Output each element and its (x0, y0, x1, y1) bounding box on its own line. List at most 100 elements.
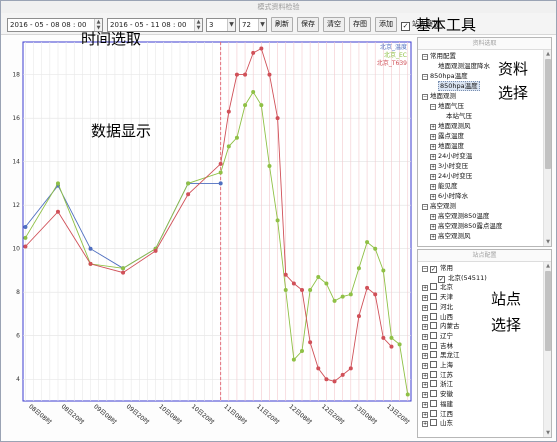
station-item[interactable]: + 辽宁 (422, 331, 453, 341)
data-item[interactable]: +3小时变压 (430, 162, 468, 171)
data-item[interactable]: 本站气压 (438, 112, 472, 121)
data-item[interactable]: +6小时降水 (430, 192, 468, 201)
data-point[interactable] (373, 292, 378, 297)
station-item[interactable]: ✓ 北京(54511) (430, 274, 487, 283)
data-point[interactable] (405, 392, 410, 397)
data-item[interactable]: + 高空观测风 (430, 232, 471, 241)
station-item[interactable]: + 江苏 (422, 370, 453, 380)
station-item[interactable]: + 吉林 (422, 341, 453, 351)
station-item[interactable]: + 福建 (422, 399, 453, 409)
data-point[interactable] (23, 244, 28, 249)
expand-icon[interactable]: + (422, 304, 428, 311)
station-item[interactable]: + 山东 (422, 419, 453, 428)
scroll-thumb[interactable] (545, 59, 551, 169)
data-point[interactable] (308, 340, 313, 345)
data-point[interactable] (259, 103, 264, 108)
station-item[interactable]: − ✓ 常用 (422, 264, 453, 273)
data-point[interactable] (316, 274, 321, 279)
data-point[interactable] (340, 372, 345, 377)
data-point[interactable] (243, 72, 248, 77)
data-point[interactable] (365, 285, 370, 290)
station-item[interactable]: + 黑龙江 (422, 351, 460, 360)
data-point[interactable] (283, 272, 288, 277)
data-point[interactable] (243, 103, 248, 108)
chevron-down-icon[interactable]: ▼ (227, 19, 235, 31)
data-point[interactable] (275, 116, 280, 121)
data-item[interactable]: +24小时变温 (430, 152, 472, 161)
expand-icon[interactable]: + (430, 174, 436, 180)
data-point[interactable] (88, 261, 93, 266)
expand-icon[interactable]: + (422, 401, 428, 408)
expand-icon[interactable]: + (422, 382, 428, 389)
data-item[interactable]: + 高空观测850露点温度 (430, 222, 502, 231)
data-point[interactable] (300, 288, 305, 293)
station-checkbox[interactable] (430, 341, 437, 349)
data-point[interactable] (121, 266, 126, 271)
data-point[interactable] (373, 246, 378, 251)
station-checkbox[interactable] (430, 293, 437, 301)
data-point[interactable] (55, 181, 60, 186)
data-point[interactable] (234, 72, 239, 77)
data-item[interactable]: + 高空观测850温度 (430, 212, 489, 221)
collapse-icon[interactable]: − (422, 54, 428, 60)
scroll-up-icon[interactable]: ▲ (544, 262, 551, 270)
data-item[interactable]: − 地面气压 (430, 102, 464, 111)
data-point[interactable] (365, 240, 370, 245)
data-point[interactable] (251, 90, 256, 95)
data-tree-scrollbar[interactable]: ▲ ▼ (543, 50, 551, 246)
data-point[interactable] (88, 246, 93, 251)
data-point[interactable] (218, 181, 223, 186)
station-item[interactable]: + 内蒙古 (422, 322, 460, 331)
expand-icon[interactable]: + (422, 353, 428, 360)
range-select[interactable]: 72 ▼ (239, 18, 267, 32)
data-point[interactable] (356, 314, 361, 319)
station-item[interactable]: + 北京 (422, 283, 453, 292)
scroll-down-icon[interactable]: ▼ (544, 238, 551, 246)
station-checkbox[interactable] (430, 331, 437, 339)
station-item[interactable]: + 浙江 (422, 380, 453, 389)
data-item[interactable]: 地面观测温度降水 (430, 62, 490, 71)
clear-button[interactable]: 清空 (323, 17, 345, 32)
collapse-icon[interactable]: − (430, 104, 436, 110)
data-point[interactable] (55, 209, 60, 214)
station-item[interactable]: + 安徽 (422, 390, 453, 399)
station-checkbox[interactable] (430, 361, 437, 368)
data-item[interactable]: + 露点温度 (430, 132, 464, 141)
expand-icon[interactable]: + (430, 124, 436, 130)
data-point[interactable] (23, 235, 28, 240)
data-point[interactable] (332, 379, 337, 384)
data-point[interactable] (153, 248, 158, 253)
station-tree-scrollbar[interactable]: ▲ ▼ (543, 262, 551, 437)
station-checkbox[interactable] (430, 380, 437, 388)
data-item[interactable]: 850hpa温度 (430, 81, 480, 91)
scroll-down-icon[interactable]: ▼ (544, 429, 551, 437)
station-checkbox[interactable]: ✓ (438, 275, 445, 283)
collapse-icon[interactable]: − (422, 74, 428, 80)
refresh-button[interactable]: 刷新 (271, 17, 293, 32)
data-point[interactable] (332, 298, 337, 303)
station-checkbox[interactable] (430, 409, 437, 417)
data-point[interactable] (316, 366, 321, 371)
data-point[interactable] (267, 164, 272, 169)
scroll-thumb[interactable] (545, 271, 551, 351)
expand-icon[interactable]: + (422, 314, 428, 321)
station-checkbox[interactable] (430, 419, 437, 427)
station-item[interactable]: + 河北 (422, 302, 453, 312)
checkmark-icon[interactable]: ✓ (401, 22, 410, 31)
save-button[interactable]: 保存 (297, 17, 319, 32)
data-point[interactable] (300, 348, 305, 353)
data-point[interactable] (356, 266, 361, 271)
data-point[interactable] (324, 377, 329, 382)
end-datetime-spinner[interactable]: ▲ ▼ (194, 19, 202, 31)
station-checkbox[interactable]: ✓ (430, 266, 437, 273)
expand-icon[interactable]: + (422, 372, 428, 379)
scroll-up-icon[interactable]: ▲ (544, 50, 551, 58)
data-item[interactable]: +24小时变压 (430, 172, 472, 181)
data-point[interactable] (23, 224, 28, 229)
data-point[interactable] (340, 294, 345, 299)
data-point[interactable] (226, 109, 231, 114)
station-checkbox[interactable] (430, 399, 437, 407)
data-point[interactable] (186, 192, 191, 197)
expand-icon[interactable]: + (422, 392, 428, 399)
data-point[interactable] (267, 72, 272, 77)
